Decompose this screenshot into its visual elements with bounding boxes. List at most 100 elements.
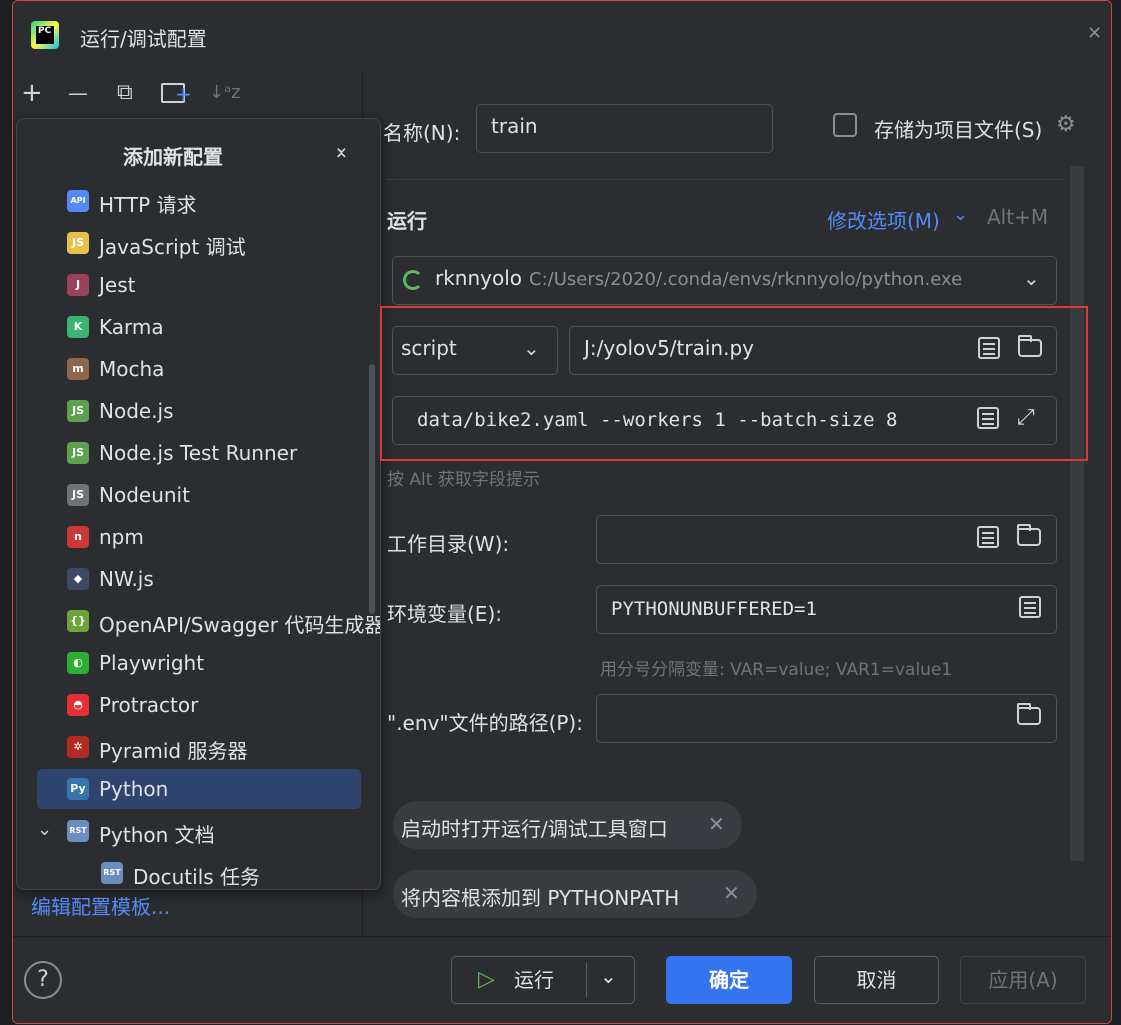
chevron-down-icon[interactable]: ⌄ <box>953 204 968 225</box>
workdir-input[interactable] <box>596 515 1057 564</box>
pycharm-app-icon: PC <box>31 21 59 49</box>
protractor-icon: ◓ <box>67 694 89 716</box>
popup-title: 添加新配置 <box>123 145 223 169</box>
config-type-item[interactable]: RST Docutils 任务 <box>37 853 361 889</box>
config-type-label: Mocha <box>99 357 165 381</box>
apply-button[interactable]: 应用(A) <box>960 956 1086 1004</box>
document-icon[interactable] <box>1019 596 1041 618</box>
conda-env-icon <box>403 270 423 290</box>
config-type-label: Docutils 任务 <box>133 865 261 889</box>
new-folder-icon[interactable]: + <box>161 83 192 104</box>
config-type-label: Python <box>99 777 169 801</box>
run-split-button[interactable]: ▷ 运行 ⌄ <box>451 956 635 1004</box>
config-type-item[interactable]: K Karma <box>37 307 361 347</box>
config-type-item[interactable]: ◓ Protractor <box>37 685 361 725</box>
config-type-item[interactable]: ◐ Playwright <box>37 643 361 683</box>
config-type-label: Pyramid 服务器 <box>99 739 248 763</box>
ok-button[interactable]: 确定 <box>666 956 792 1004</box>
script-path-input[interactable]: J:/yolov5/train.py <box>569 326 1057 375</box>
add-icon[interactable]: + <box>21 79 43 107</box>
dotenv-label: ".env"文件的路径(P): <box>387 711 583 735</box>
env-vars-input[interactable]: PYTHONUNBUFFERED=1 <box>596 585 1057 634</box>
config-type-item[interactable]: n npm <box>37 517 361 557</box>
npm-icon: n <box>67 526 89 548</box>
nodeunit-icon: JS <box>67 484 89 506</box>
config-type-label: Node.js Test Runner <box>99 441 298 465</box>
folder-icon[interactable] <box>1017 703 1041 725</box>
config-type-label: Python 文档 <box>99 823 215 847</box>
http-api-icon: API <box>67 190 89 212</box>
sort-icon[interactable]: ↓ᵃz <box>209 79 241 107</box>
close-icon[interactable]: ✕ <box>708 812 725 836</box>
form-scrollbar[interactable] <box>1070 166 1084 861</box>
config-type-item[interactable]: API HTTP 请求 <box>37 181 361 221</box>
name-input[interactable]: train <box>476 104 773 153</box>
chip-open-run-tool-window: 启动时打开运行/调试工具窗口 ✕ <box>393 801 742 849</box>
config-type-item[interactable]: m Mocha <box>37 349 361 389</box>
config-type-item[interactable]: Py Python <box>37 769 361 809</box>
document-icon[interactable] <box>977 407 999 429</box>
dotenv-input[interactable] <box>596 694 1057 743</box>
config-type-label: OpenAPI/Swagger 代码生成器 <box>99 613 381 637</box>
interpreter-select[interactable]: rknnyolo C:/Users/2020/.conda/envs/rknny… <box>392 256 1057 305</box>
store-as-project-file-label: 存储为项目文件(S) <box>874 118 1043 142</box>
config-type-label: JavaScript 调试 <box>99 235 246 259</box>
config-type-label: NW.js <box>99 567 154 591</box>
nodejs-test-runner-icon: JS <box>67 442 89 464</box>
playwright-icon: ◐ <box>67 652 89 674</box>
config-type-item[interactable]: ⌄ RST Python 文档 <box>37 811 361 851</box>
copy-icon[interactable]: ⧉ <box>117 79 133 107</box>
close-icon[interactable]: ✕ <box>1087 23 1102 44</box>
help-button[interactable]: ? <box>24 961 62 999</box>
popup-scrollbar[interactable] <box>369 364 375 614</box>
pyramid-icon: ✲ <box>67 736 89 758</box>
run-debug-config-dialog: PC 运行/调试配置 ✕ + — ⧉ + ↓ᵃz 添加新配置 ⌄ ⌃ API HTT… <box>12 0 1112 1024</box>
chevron-down-icon[interactable]: ⌄ <box>523 336 540 360</box>
env-vars-label: 环境变量(E): <box>387 602 502 626</box>
openapi-icon: {} <box>67 610 89 632</box>
config-type-item[interactable]: JS JavaScript 调试 <box>37 223 361 263</box>
env-vars-hint: 用分号分隔变量: VAR=value; VAR1=value1 <box>600 660 953 680</box>
edit-templates-link[interactable]: 编辑配置模板... <box>31 891 170 920</box>
collapse-icon[interactable]: ⌄ ⌃ <box>333 136 350 170</box>
store-as-project-file-checkbox[interactable] <box>833 113 857 137</box>
section-run-title: 运行 <box>387 209 427 233</box>
config-type-item[interactable]: JS Node.js Test Runner <box>37 433 361 473</box>
document-icon[interactable] <box>978 337 1000 359</box>
script-params-input[interactable]: data/bike2.yaml --workers 1 --batch-size… <box>392 396 1057 445</box>
javascript-icon: JS <box>67 232 89 254</box>
document-icon[interactable] <box>977 526 999 548</box>
remove-icon[interactable]: — <box>68 79 88 107</box>
add-new-config-popup: 添加新配置 ⌄ ⌃ API HTTP 请求 JS JavaScript 调试 J Jest K… <box>16 118 381 890</box>
folder-icon[interactable] <box>1018 335 1042 357</box>
jest-icon: J <box>67 274 89 296</box>
script-type-select[interactable]: script ⌄ <box>392 326 558 375</box>
gear-icon[interactable]: ⚙ <box>1056 112 1076 137</box>
close-icon[interactable]: ✕ <box>723 881 740 905</box>
chevron-down-icon[interactable]: ⌄ <box>37 819 52 840</box>
rst-icon: RST <box>101 862 123 884</box>
config-type-item[interactable]: ◆ NW.js <box>37 559 361 599</box>
config-type-item[interactable]: JS Node.js <box>37 391 361 431</box>
nwjs-icon: ◆ <box>67 568 89 590</box>
chevron-down-icon[interactable]: ⌄ <box>1023 266 1040 290</box>
config-type-label: npm <box>99 525 144 549</box>
config-type-item[interactable]: ✲ Pyramid 服务器 <box>37 727 361 767</box>
folder-icon[interactable] <box>1017 524 1041 546</box>
chevron-down-icon[interactable]: ⌄ <box>600 953 617 999</box>
separator <box>387 179 1063 180</box>
config-type-item[interactable]: J Jest <box>37 265 361 305</box>
play-icon: ▷ <box>478 967 495 992</box>
config-type-label: Playwright <box>99 651 205 675</box>
expand-icon[interactable]: ⤢ <box>1017 405 1035 430</box>
split-divider <box>586 963 587 997</box>
mocha-icon: m <box>67 358 89 380</box>
config-type-item[interactable]: JS Nodeunit <box>37 475 361 515</box>
dialog-title: 运行/调试配置 <box>80 27 207 51</box>
config-type-label: Node.js <box>99 399 174 423</box>
title-bar: PC 运行/调试配置 ✕ <box>13 1 1111 71</box>
modify-options-link[interactable]: 修改选项(M) <box>827 205 940 234</box>
config-type-item[interactable]: {} OpenAPI/Swagger 代码生成器 <box>37 601 380 641</box>
name-label: 名称(N): <box>383 121 461 145</box>
cancel-button[interactable]: 取消 <box>814 956 939 1004</box>
